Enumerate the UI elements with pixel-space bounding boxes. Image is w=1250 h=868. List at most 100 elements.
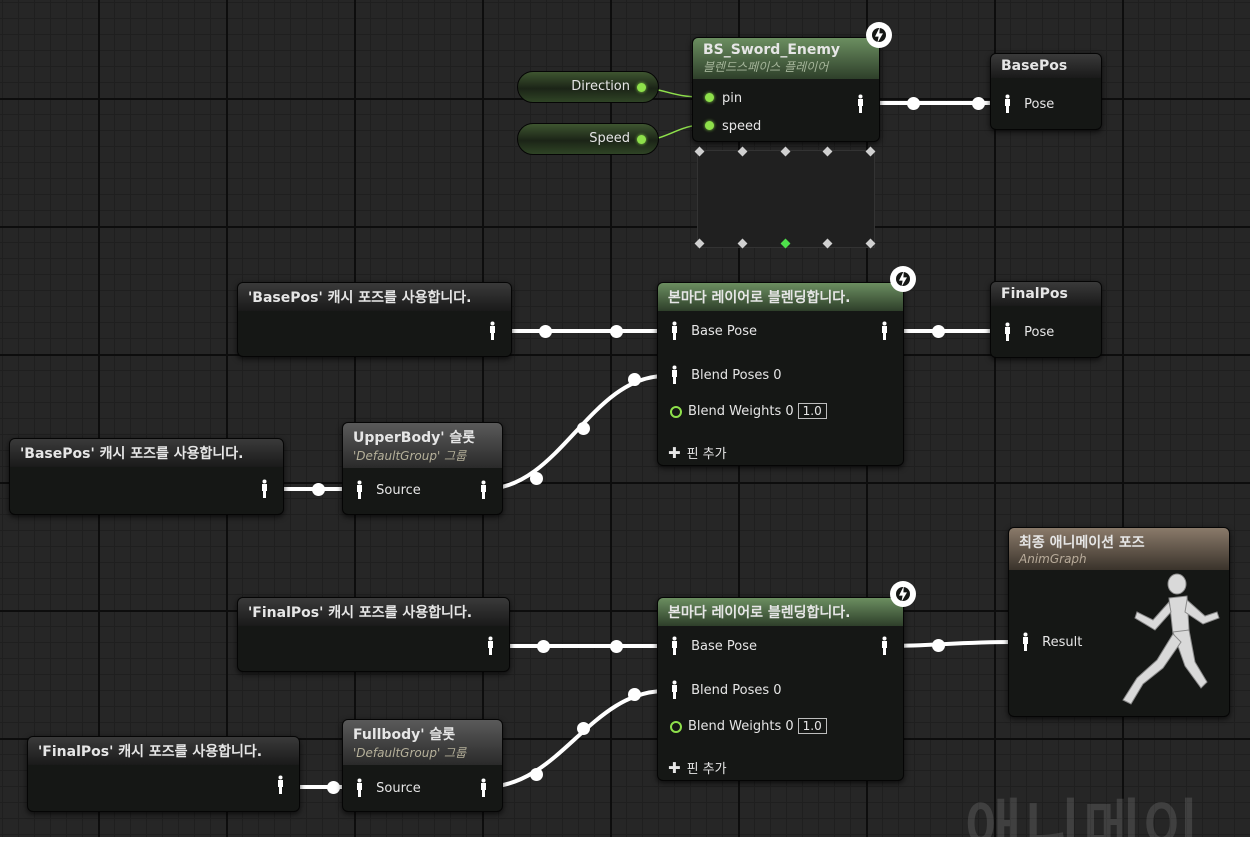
fast-path-icon (890, 266, 916, 292)
add-pin-label: 핀 추가 (686, 447, 727, 462)
blend-poses-label: Blend Poses 0 (691, 682, 782, 698)
pose-input-icon[interactable] (355, 480, 364, 500)
pose-input-icon[interactable] (670, 365, 679, 385)
slot-source-pin[interactable]: Source (355, 778, 421, 798)
use-cached-pose-header: 'FinalPos' 캐시 포즈를 사용합니다. (28, 737, 299, 765)
wire-knot[interactable] (610, 640, 623, 653)
slot-title: UpperBody' 슬롯 (353, 430, 476, 446)
pose-output-icon[interactable] (486, 636, 495, 656)
slot-upperbody-node[interactable]: UpperBody' 슬롯 'DefaultGroup' 그룹 Source (342, 422, 503, 515)
wire-knot[interactable] (610, 325, 623, 338)
add-pin-button[interactable]: ✚ 핀 추가 (668, 443, 727, 462)
speed-output-pin[interactable] (637, 135, 646, 144)
wire-knot[interactable] (530, 768, 543, 781)
wire-knot[interactable] (577, 722, 590, 735)
output-pose-subtitle: AnimGraph (1019, 552, 1087, 566)
use-cached-pose-title: 'FinalPos' 캐시 포즈를 사용합니다. (248, 605, 473, 621)
slot-group: 'DefaultGroup' 그룹 (353, 746, 467, 760)
use-cached-pose-finalpos-node-2[interactable]: 'FinalPos' 캐시 포즈를 사용합니다. (27, 736, 300, 812)
direction-variable-label: Direction (571, 79, 630, 94)
blend-weights-value[interactable]: 1.0 (797, 403, 827, 419)
wire-knot[interactable] (932, 325, 945, 338)
save-cached-pose-basepos[interactable]: BasePos Pose (990, 53, 1102, 130)
result-pin[interactable]: Result (1021, 632, 1082, 652)
layered-blend-per-bone-node-1[interactable]: 본마다 레이어로 블렌딩합니다. Base Pose Blend Poses 0… (657, 282, 904, 466)
blendspace-title: BS_Sword_Enemy (703, 42, 841, 58)
blend-weights-label: Blend Weights 0 (688, 404, 794, 419)
blendspace-preview[interactable] (697, 150, 875, 248)
pose-output-icon[interactable] (880, 321, 889, 341)
pin-label: pin (722, 91, 743, 106)
pose-input-icon[interactable] (670, 636, 679, 656)
basepos-title: BasePos (1001, 58, 1068, 74)
use-cached-pose-basepos-node[interactable]: 'BasePos' 캐시 포즈를 사용합니다. (237, 282, 512, 357)
blendspace-player-node[interactable]: BS_Sword_Enemy 블렌드스페이스 플레이어 pin speed (692, 37, 880, 142)
pose-output-icon[interactable] (880, 636, 889, 656)
float-pin-icon[interactable] (670, 405, 682, 418)
wire-knot[interactable] (628, 688, 641, 701)
blendspace-header: BS_Sword_Enemy 블렌드스페이스 플레이어 (693, 38, 879, 79)
save-cached-pose-finalpos[interactable]: FinalPos Pose (990, 281, 1102, 358)
base-pose-pin[interactable]: Base Pose (670, 636, 757, 656)
slot-header: UpperBody' 슬롯 'DefaultGroup' 그룹 (343, 423, 502, 468)
speed-input-dot[interactable] (705, 121, 714, 130)
blend-weights-pin[interactable]: Blend Weights 0 1.0 (670, 718, 827, 734)
use-cached-pose-basepos-node-2[interactable]: 'BasePos' 캐시 포즈를 사용합니다. (9, 438, 284, 515)
fast-path-icon (866, 22, 892, 48)
use-cached-pose-finalpos-node[interactable]: 'FinalPos' 캐시 포즈를 사용합니다. (237, 597, 510, 672)
wire-knot[interactable] (539, 325, 552, 338)
wire-knot[interactable] (530, 472, 543, 485)
finalpos-pose-pin[interactable]: Pose (1003, 322, 1054, 342)
base-pose-pin[interactable]: Base Pose (670, 321, 757, 341)
basepos-pose-pin[interactable]: Pose (1003, 94, 1054, 114)
blend-weights-value[interactable]: 1.0 (797, 718, 827, 734)
pin-input-dot[interactable] (705, 93, 714, 102)
add-pin-button[interactable]: ✚ 핀 추가 (668, 758, 727, 777)
slot-fullbody-node[interactable]: Fullbody' 슬롯 'DefaultGroup' 그룹 Source (342, 719, 503, 812)
wire-knot[interactable] (537, 640, 550, 653)
blend-weights-label: Blend Weights 0 (688, 719, 794, 734)
pose-output-icon[interactable] (488, 321, 497, 341)
slot-source-pin[interactable]: Source (355, 480, 421, 500)
speed-variable-node[interactable]: Speed (517, 123, 659, 155)
wire-knot[interactable] (907, 97, 920, 110)
pose-output-icon[interactable] (276, 775, 285, 795)
pose-input-icon[interactable] (1003, 94, 1012, 114)
float-pin-icon[interactable] (670, 720, 682, 733)
output-pose-title: 최종 애니메이션 포즈 (1019, 535, 1145, 551)
watermark-text: 애니메이 (965, 792, 1202, 865)
result-label: Result (1042, 634, 1083, 650)
direction-output-pin[interactable] (637, 83, 646, 92)
wire-knot[interactable] (577, 422, 590, 435)
plus-icon: ✚ (668, 759, 681, 777)
wire-knot[interactable] (972, 97, 985, 110)
blend-weights-pin[interactable]: Blend Weights 0 1.0 (670, 403, 827, 419)
blend-poses-label: Blend Poses 0 (691, 367, 782, 383)
running-mannequin-icon (1122, 573, 1220, 705)
finalpos-header: FinalPos (991, 282, 1101, 306)
pose-output-icon[interactable] (260, 479, 269, 499)
blend-poses-pin[interactable]: Blend Poses 0 (670, 680, 782, 700)
layered-blend-per-bone-node-2[interactable]: 본마다 레이어로 블렌딩합니다. Base Pose Blend Poses 0… (657, 597, 904, 781)
direction-variable-node[interactable]: Direction (517, 71, 659, 103)
blendspace-speed-row[interactable]: speed (705, 119, 761, 134)
blend-poses-pin[interactable]: Blend Poses 0 (670, 365, 782, 385)
wire-knot[interactable] (932, 639, 945, 652)
pose-output-icon[interactable] (479, 480, 488, 500)
wire-knot[interactable] (628, 373, 641, 386)
blendspace-subtitle: 블렌드스페이스 플레이어 (703, 60, 829, 74)
pose-input-icon[interactable] (355, 778, 364, 798)
output-pose-node[interactable]: 최종 애니메이션 포즈 AnimGraph Result (1008, 527, 1230, 717)
slot-source-label: Source (376, 482, 421, 498)
pose-input-icon[interactable] (1003, 322, 1012, 342)
pose-input-icon[interactable] (670, 321, 679, 341)
pose-output-icon[interactable] (856, 94, 865, 114)
pose-input-icon[interactable] (670, 680, 679, 700)
wire-knot[interactable] (327, 781, 340, 794)
finalpos-title: FinalPos (1001, 286, 1068, 302)
wire-knot[interactable] (312, 483, 325, 496)
pose-input-icon[interactable] (1021, 632, 1030, 652)
blendspace-pin-row[interactable]: pin (705, 91, 742, 106)
use-cached-pose-title: 'BasePos' 캐시 포즈를 사용합니다. (20, 446, 244, 462)
pose-output-icon[interactable] (479, 778, 488, 798)
